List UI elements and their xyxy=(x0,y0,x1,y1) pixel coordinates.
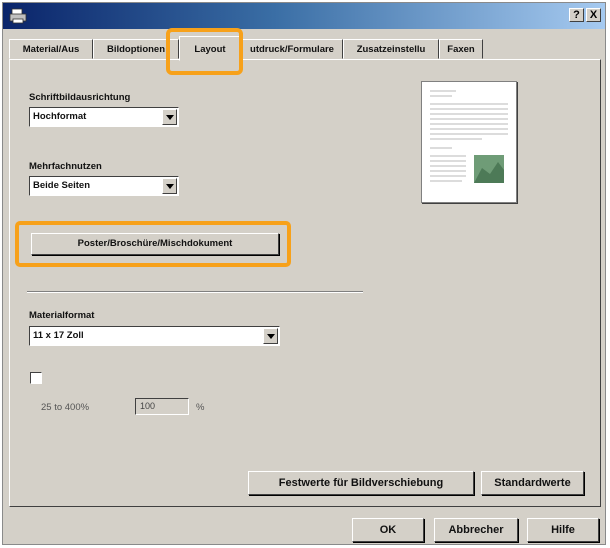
separator xyxy=(27,291,363,293)
chevron-down-icon[interactable] xyxy=(162,109,177,125)
chevron-down-icon[interactable] xyxy=(263,328,278,344)
image-shift-defaults-button[interactable]: Festwerte für Bildverschiebung xyxy=(248,471,474,495)
tab-fax[interactable]: Faxen xyxy=(439,39,483,59)
orientation-select[interactable]: Hochformat xyxy=(29,107,179,127)
duplex-label: Mehrfachnutzen xyxy=(29,161,102,172)
scale-checkbox[interactable] xyxy=(30,372,42,384)
ok-button[interactable]: OK xyxy=(352,518,424,542)
chevron-down-icon[interactable] xyxy=(162,178,177,194)
paper-size-label: Materialformat xyxy=(29,310,95,321)
scale-value: 100 xyxy=(140,401,156,411)
help-footer-button[interactable]: Hilfe xyxy=(527,518,599,542)
tab-material[interactable]: Material/Aus xyxy=(9,39,93,59)
orientation-label: Schriftbildausrichtung xyxy=(29,92,131,103)
tab-image-options[interactable]: Bildoptionen xyxy=(93,39,179,59)
poster-booklet-button[interactable]: Poster/Broschüre/Mischdokument xyxy=(31,233,279,255)
cancel-button[interactable]: Abbrecher xyxy=(434,518,518,542)
page-preview-graphic xyxy=(430,90,508,183)
duplex-select[interactable]: Beide Seiten xyxy=(29,176,179,196)
tab-overlay-forms[interactable]: utdruck/Formulare xyxy=(241,39,343,59)
scale-input[interactable]: 100 xyxy=(135,398,189,415)
defaults-button[interactable]: Standardwerte xyxy=(481,471,584,495)
print-properties-dialog: ? X Material/Aus Bildoptionen Layout utd… xyxy=(2,2,606,545)
tab-extra-settings[interactable]: Zusatzeinstellu xyxy=(343,39,439,59)
title-bar[interactable]: ? X xyxy=(3,3,605,29)
help-button[interactable]: ? xyxy=(569,8,584,22)
paper-size-value: 11 x 17 Zoll xyxy=(33,330,84,341)
duplex-value: Beide Seiten xyxy=(33,180,91,191)
scale-range-label: 25 to 400% xyxy=(41,402,90,413)
printer-icon xyxy=(9,8,27,24)
scale-unit: % xyxy=(196,402,205,413)
paper-size-select[interactable]: 11 x 17 Zoll xyxy=(29,326,280,346)
close-button[interactable]: X xyxy=(586,8,601,22)
page-preview xyxy=(421,81,517,203)
orientation-value: Hochformat xyxy=(33,111,87,122)
tab-layout[interactable]: Layout xyxy=(179,36,241,61)
